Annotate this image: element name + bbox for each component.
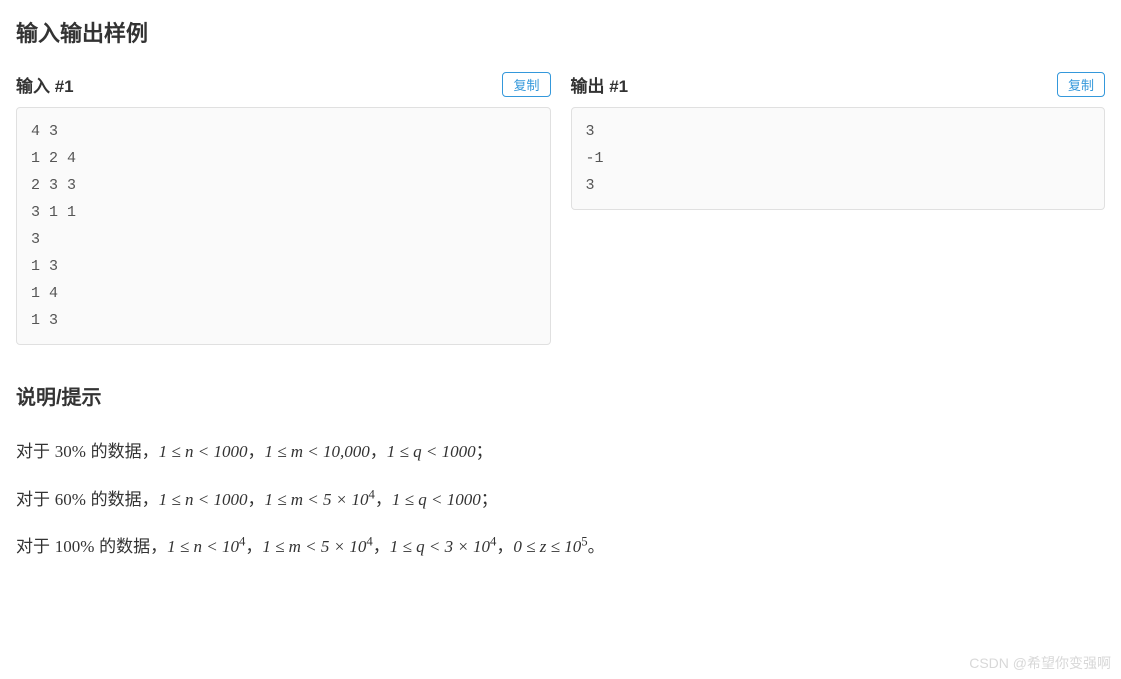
hint-3-c3-base: 1 ≤ q < 3 × 10 [390, 537, 490, 556]
hint-1-c3: 1 ≤ q < 1000 [387, 442, 476, 461]
input-label: 输入 #1 [16, 72, 74, 97]
input-header: 输入 #1 复制 [16, 72, 551, 97]
hint-2-c1: 1 ≤ n < 1000 [159, 490, 248, 509]
hint-line-1: 对于 30% 的数据，1 ≤ n < 1000，1 ≤ m < 10,000，1… [16, 428, 1105, 476]
hint-1-sep1: ， [247, 442, 264, 461]
hint-3-c2: 1 ≤ m < 5 × 104 [262, 537, 372, 556]
hint-3-c2-base: 1 ≤ m < 5 × 10 [262, 537, 366, 556]
hint-3-c4-base: 0 ≤ z ≤ 10 [513, 537, 581, 556]
output-code-block: 3 -1 3 [571, 107, 1106, 210]
hint-3-sep1: ， [245, 537, 262, 556]
io-section-title: 输入输出样例 [16, 16, 1105, 48]
hint-2-pct: 60% [55, 490, 86, 509]
hint-2-c2: 1 ≤ m < 5 × 104 [264, 490, 374, 509]
hint-3-tail: 。 [588, 537, 605, 556]
output-column: 输出 #1 复制 3 -1 3 [571, 72, 1106, 345]
hint-1-prefix: 对于 [16, 442, 55, 461]
hint-2-c3: 1 ≤ q < 1000 [392, 490, 481, 509]
hint-2-c2-base: 1 ≤ m < 5 × 10 [264, 490, 368, 509]
input-column: 输入 #1 复制 4 3 1 2 4 2 3 3 3 1 1 3 1 3 1 4… [16, 72, 551, 345]
hint-3-c1-base: 1 ≤ n < 10 [167, 537, 239, 556]
io-container: 输入 #1 复制 4 3 1 2 4 2 3 3 3 1 1 3 1 3 1 4… [16, 72, 1105, 345]
output-header: 输出 #1 复制 [571, 72, 1106, 97]
hint-3-c4: 0 ≤ z ≤ 105 [513, 537, 587, 556]
copy-input-button[interactable]: 复制 [502, 72, 550, 97]
hint-line-3: 对于 100% 的数据，1 ≤ n < 104，1 ≤ m < 5 × 104，… [16, 523, 1105, 571]
watermark: CSDN @希望你变强啊 [969, 653, 1111, 673]
hint-line-2: 对于 60% 的数据，1 ≤ n < 1000，1 ≤ m < 5 × 104，… [16, 476, 1105, 524]
copy-output-button[interactable]: 复制 [1057, 72, 1105, 97]
hint-3-pct: 100% [55, 537, 95, 556]
hint-1-tail: ； [476, 442, 493, 461]
hint-1-mid: 的数据， [86, 442, 159, 461]
hint-2-sep2: ， [375, 490, 392, 509]
hint-1-pct: 30% [55, 442, 86, 461]
hint-2-prefix: 对于 [16, 490, 55, 509]
hint-1-sep2: ， [370, 442, 387, 461]
input-code-block: 4 3 1 2 4 2 3 3 3 1 1 3 1 3 1 4 1 3 [16, 107, 551, 345]
hint-1-c2: 1 ≤ m < 10,000 [264, 442, 369, 461]
hint-3-prefix: 对于 [16, 537, 55, 556]
output-label: 输出 #1 [571, 72, 629, 97]
hint-2-mid: 的数据， [86, 490, 159, 509]
hint-3-c3: 1 ≤ q < 3 × 104 [390, 537, 497, 556]
hints-section-title: 说明/提示 [16, 381, 1105, 410]
hint-1-c1: 1 ≤ n < 1000 [159, 442, 248, 461]
hint-2-tail: ； [481, 490, 498, 509]
hint-3-c1: 1 ≤ n < 104 [167, 537, 245, 556]
hint-3-sep2: ， [373, 537, 390, 556]
hint-2-sep1: ， [247, 490, 264, 509]
hint-3-mid: 的数据， [94, 537, 167, 556]
hint-3-sep3: ， [496, 537, 513, 556]
